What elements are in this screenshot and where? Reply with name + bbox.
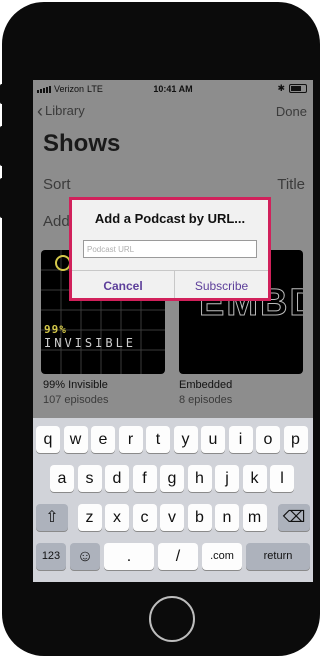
key-d[interactable]: d <box>105 465 129 492</box>
clock: 10:41 AM <box>153 84 193 94</box>
key-u[interactable]: u <box>201 426 225 453</box>
key-e[interactable]: e <box>91 426 115 453</box>
key-j[interactable]: j <box>215 465 239 492</box>
show-episode-count: 107 episodes <box>43 394 109 406</box>
shift-key[interactable]: ⇧ <box>36 504 68 531</box>
mute-switch <box>0 84 4 104</box>
key-q[interactable]: q <box>36 426 60 453</box>
dialog-divider <box>72 270 268 271</box>
subscribe-button[interactable]: Subscribe <box>175 279 268 293</box>
sort-label: Sort <box>43 176 71 193</box>
key-o[interactable]: o <box>256 426 280 453</box>
slash-key[interactable]: / <box>158 543 198 570</box>
chevron-left-icon: ‹ <box>37 100 43 121</box>
artwork-invisible-label: INVISIBLE <box>44 336 137 350</box>
key-h[interactable]: h <box>187 465 212 492</box>
show-name: 99% Invisible <box>43 379 108 391</box>
show-name: Embedded <box>179 379 233 391</box>
back-button[interactable]: ‹ Library <box>37 100 85 121</box>
key-n[interactable]: n <box>215 504 239 531</box>
cancel-button[interactable]: Cancel <box>72 279 174 293</box>
numbers-key[interactable]: 123 <box>36 543 66 570</box>
add-label: Add <box>43 213 70 230</box>
key-r[interactable]: r <box>118 426 143 453</box>
key-k[interactable]: k <box>242 465 267 492</box>
nav-bar: ‹ Library Done <box>33 100 313 122</box>
sort-row[interactable]: Sort Title <box>43 176 305 193</box>
backspace-key[interactable]: ⌫ <box>278 504 310 531</box>
emoji-key[interactable]: ☺ <box>70 543 100 570</box>
return-key[interactable]: return <box>246 543 310 570</box>
key-z[interactable]: z <box>77 504 102 531</box>
key-y[interactable]: y <box>173 426 198 453</box>
show-episode-count: 8 episodes <box>179 394 233 406</box>
dotcom-key[interactable]: .com <box>202 543 242 570</box>
key-p[interactable]: p <box>283 426 308 453</box>
artwork-99-label: 99% <box>44 323 67 336</box>
page-title: Shows <box>43 130 121 157</box>
key-f[interactable]: f <box>132 465 157 492</box>
volume-down-button <box>0 178 4 218</box>
keyboard: q w e r t y u i o p a s d f g h j k l ⇧ … <box>33 418 313 582</box>
battery-icon <box>289 84 307 93</box>
key-i[interactable]: i <box>228 426 253 453</box>
dot-key[interactable]: . <box>104 543 154 570</box>
dialog-title: Add a Podcast by URL... <box>94 211 246 226</box>
bluetooth-icon: ✱ <box>277 83 285 93</box>
key-v[interactable]: v <box>160 504 184 531</box>
key-c[interactable]: c <box>132 504 157 531</box>
key-w[interactable]: w <box>63 426 88 453</box>
key-g[interactable]: g <box>160 465 184 492</box>
screen: Verizon LTE 10:41 AM ✱ ‹ Library Done Sh… <box>33 80 313 582</box>
key-l[interactable]: l <box>270 465 294 492</box>
key-x[interactable]: x <box>105 504 129 531</box>
key-s[interactable]: s <box>77 465 102 492</box>
key-b[interactable]: b <box>187 504 212 531</box>
key-t[interactable]: t <box>146 426 170 453</box>
volume-up-button <box>0 126 4 166</box>
status-bar: Verizon LTE 10:41 AM ✱ <box>33 80 313 98</box>
add-podcast-dialog: Add a Podcast by URL... Cancel Subscribe <box>69 197 271 301</box>
shift-icon: ⇧ <box>45 509 59 526</box>
home-button[interactable] <box>149 596 195 642</box>
done-button[interactable]: Done <box>276 104 307 119</box>
sort-value: Title <box>277 176 305 193</box>
back-label: Library <box>45 103 85 118</box>
key-m[interactable]: m <box>242 504 267 531</box>
backspace-icon: ⌫ <box>282 509 306 526</box>
emoji-icon: ☺ <box>76 548 94 565</box>
podcast-url-input[interactable] <box>83 240 257 258</box>
key-a[interactable]: a <box>50 465 74 492</box>
